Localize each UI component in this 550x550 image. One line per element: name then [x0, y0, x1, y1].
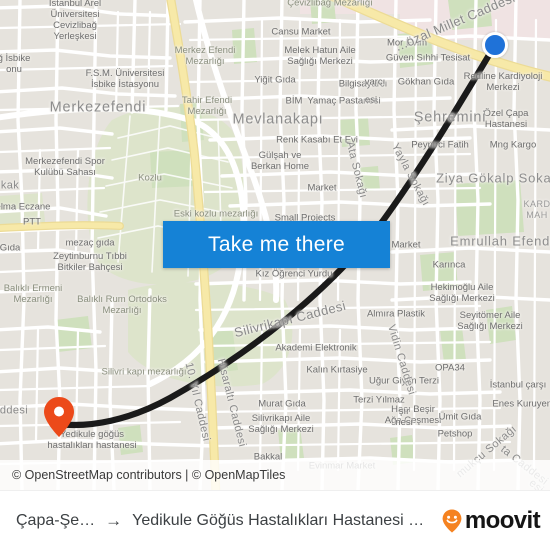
- moovit-logo[interactable]: moovit: [439, 507, 550, 535]
- origin-marker[interactable]: [482, 32, 508, 58]
- moovit-map-screen: .bg{fill:#eceae5} .blk{fill:#e6e3dd} .bl…: [0, 0, 550, 550]
- arrow-right-icon: →: [105, 511, 123, 530]
- take-me-there-label: Take me there: [208, 232, 345, 256]
- moovit-pin-icon: [442, 509, 462, 533]
- route-bottom-bar: Çapa-Şe… → Yedikule Göğüs Hastalıkları H…: [0, 490, 550, 550]
- map-canvas[interactable]: .bg{fill:#eceae5} .blk{fill:#e6e3dd} .bl…: [0, 0, 550, 490]
- map-attribution: © OpenStreetMap contributors | © OpenMap…: [0, 460, 550, 490]
- route-destination-label[interactable]: Yedikule Göğüs Hastalıkları Hastanesi …: [132, 512, 439, 530]
- take-me-there-button[interactable]: Take me there: [163, 221, 390, 268]
- route-origin-label[interactable]: Çapa-Şe…: [0, 512, 95, 530]
- attribution-text[interactable]: © OpenStreetMap contributors | © OpenMap…: [0, 468, 285, 482]
- moovit-wordmark: moovit: [464, 507, 541, 534]
- destination-pin-icon[interactable]: [44, 397, 74, 437]
